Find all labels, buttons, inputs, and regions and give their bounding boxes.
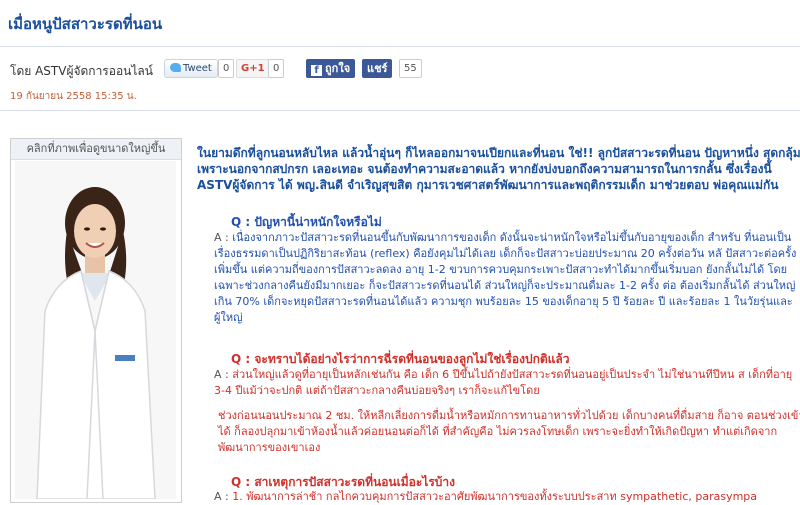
google-plus-button[interactable]: G+1 bbox=[236, 59, 270, 78]
google-plus-count: 0 bbox=[268, 59, 285, 78]
twitter-bird-icon bbox=[170, 63, 181, 72]
title-divider bbox=[0, 46, 800, 47]
article-intro: ในยามดึกที่ลูกนอนหลับไหล แล้วน้ำอุ่นๆ ก็… bbox=[197, 146, 800, 192]
header-divider bbox=[0, 110, 800, 111]
answer-3: A : 1. พัฒนาการล่าช้า กลไกควบคุมการปัสสา… bbox=[214, 490, 758, 503]
tweet-button[interactable]: Tweet bbox=[164, 59, 218, 78]
share-count: 55 bbox=[399, 59, 422, 78]
doctor-photo[interactable] bbox=[15, 161, 176, 499]
answer-1: A : เนื่องจากภาวะปัสสาวะรดที่นอนขึ้นกับพ… bbox=[214, 231, 797, 324]
facebook-share-button[interactable]: แชร์ bbox=[362, 59, 393, 78]
article-title: เมื่อหนูปัสสาวะรดที่นอน bbox=[8, 15, 163, 33]
photo-caption[interactable]: คลิกที่ภาพเพื่อดูขนาดใหญ่ขึ้น bbox=[11, 139, 181, 160]
answer-2-continued: ช่วงก่อนนอนประมาณ 2 ชม. ให้หลีกเลี่ยงการ… bbox=[218, 409, 800, 454]
answer-2: A : ส่วนใหญ่แล้วดูที่อายุเป็นหลักเช่นกัน… bbox=[214, 368, 793, 397]
tweet-count: 0 bbox=[218, 59, 235, 78]
publish-date: 19 กันยายน 2558 15:35 น. bbox=[10, 91, 137, 102]
byline: โดย ASTVผู้จัดการออนไลน์ bbox=[10, 64, 153, 78]
photo-box: คลิกที่ภาพเพื่อดูขนาดใหญ่ขึ้น bbox=[10, 138, 182, 503]
doctor-portrait-image bbox=[15, 161, 176, 499]
facebook-like-button[interactable]: f ถูกใจ bbox=[306, 59, 356, 78]
facebook-icon: f bbox=[311, 65, 322, 76]
